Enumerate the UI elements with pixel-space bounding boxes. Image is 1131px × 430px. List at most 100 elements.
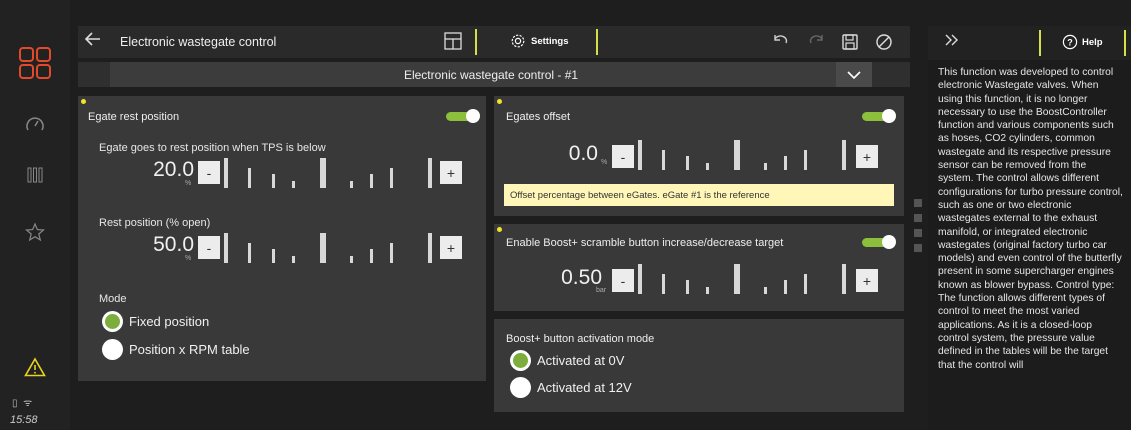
slider-tick: [686, 280, 689, 294]
top-bar: Electronic wastegate control Settings: [78, 26, 910, 58]
boost-scramble-toggle[interactable]: [862, 235, 896, 249]
radio-unselected-icon: [102, 339, 123, 360]
slider-tick: [390, 168, 393, 188]
page-title: Electronic wastegate control: [120, 35, 277, 49]
rest-position-unit: %: [185, 255, 192, 262]
offset-unit: %: [601, 159, 608, 166]
slider-tick: [350, 256, 353, 263]
card-title: Egate rest position: [88, 111, 180, 123]
tps-unit: %: [185, 180, 192, 187]
mode-option-rpm-table[interactable]: Position x RPM table: [102, 339, 250, 360]
help-label: Help: [1082, 36, 1103, 48]
help-button[interactable]: ? Help: [1062, 34, 1103, 50]
clock: 15:58: [10, 414, 38, 426]
offset-note: Offset percentage between eGates. eGate …: [504, 184, 894, 206]
slider-tick: [428, 233, 432, 263]
table-icon[interactable]: [444, 32, 462, 55]
slider-tick: [686, 156, 689, 170]
radio-label: Activated at 12V: [537, 380, 632, 395]
tps-slider[interactable]: [224, 158, 434, 188]
boost-decrement-button[interactable]: -: [612, 269, 634, 292]
scroll-marker: [914, 229, 922, 237]
boost-increment-button[interactable]: +: [856, 269, 878, 292]
divider: [596, 29, 598, 55]
tps-decrement-button[interactable]: -: [198, 161, 220, 184]
sidebar: ▯ ᯤ 15:58: [0, 0, 70, 430]
radio-label: Activated at 0V: [537, 353, 625, 368]
slider-tick: [248, 168, 251, 188]
activation-option-12v[interactable]: Activated at 12V: [510, 377, 632, 398]
dropdown-field[interactable]: Electronic wastegate control - #1: [110, 62, 872, 87]
slider-tick: [764, 163, 767, 170]
slider-tick: [428, 158, 432, 188]
cancel-icon[interactable]: [875, 33, 893, 56]
slider-tick: [784, 156, 787, 170]
egate-rest-card: Egate rest position Egate goes to rest p…: [78, 96, 486, 381]
slider-tick: [638, 264, 642, 294]
expand-icon[interactable]: [944, 33, 960, 52]
slider-tick: [350, 181, 353, 188]
boost-scramble-card: Enable Boost+ scramble button increase/d…: [494, 224, 904, 311]
radio-label: Fixed position: [129, 314, 210, 329]
rest-position-decrement-button[interactable]: -: [198, 236, 220, 259]
gear-icon: [511, 34, 525, 48]
boost-activation-card: Boost+ button activation mode Activated …: [494, 319, 904, 412]
settings-button[interactable]: Settings: [510, 33, 568, 49]
activation-option-0v[interactable]: Activated at 0V: [510, 350, 624, 371]
offset-decrement-button[interactable]: -: [612, 145, 634, 168]
slider-tick: [784, 280, 787, 294]
rest-position-label: Rest position (% open): [99, 217, 211, 229]
boost-value[interactable]: 0.50: [532, 266, 602, 290]
egate-rest-toggle[interactable]: [446, 109, 480, 123]
help-circle-icon: ?: [1062, 34, 1078, 50]
status-dot: [497, 99, 502, 104]
offset-value[interactable]: 0.0: [528, 142, 598, 166]
help-panel: ? Help This function was developed to co…: [928, 26, 1131, 430]
undo-icon[interactable]: [771, 33, 789, 54]
tps-value[interactable]: 20.0: [124, 158, 194, 182]
mode-label: Mode: [99, 293, 127, 305]
rest-position-slider[interactable]: [224, 233, 434, 263]
rest-position-value[interactable]: 50.0: [124, 233, 194, 257]
offset-slider[interactable]: [638, 140, 848, 170]
card-title: Egates offset: [506, 111, 571, 123]
slider-tick: [764, 287, 767, 294]
slider-tick: [320, 233, 326, 263]
boost-slider[interactable]: [638, 264, 848, 294]
bars-icon[interactable]: [0, 166, 70, 184]
mode-option-fixed[interactable]: Fixed position: [102, 311, 209, 332]
gauge-icon[interactable]: [0, 115, 70, 133]
scroll-marker: [914, 244, 922, 252]
rest-position-increment-button[interactable]: +: [440, 236, 462, 259]
slider-tick: [804, 274, 807, 294]
dropdown-value: Electronic wastegate control - #1: [403, 68, 579, 82]
egates-offset-toggle[interactable]: [862, 109, 896, 123]
star-icon[interactable]: [0, 222, 70, 242]
slider-tick: [370, 249, 373, 263]
boost-unit: bar: [596, 287, 607, 294]
slider-tick: [370, 174, 373, 188]
slider-tick: [292, 256, 295, 263]
slider-tick: [224, 158, 228, 188]
back-arrow-icon[interactable]: [84, 30, 102, 54]
redo-icon[interactable]: [808, 33, 826, 54]
egates-offset-card: Egates offset 0.0 % - + Offset percentag…: [494, 96, 904, 216]
instance-dropdown[interactable]: Electronic wastegate control - #1: [78, 62, 910, 87]
divider: [1039, 30, 1041, 56]
tps-increment-button[interactable]: +: [440, 161, 462, 184]
help-text: This function was developed to control e…: [938, 67, 1123, 371]
card-title: Enable Boost+ scramble button increase/d…: [506, 237, 784, 249]
chevron-down-icon[interactable]: [836, 62, 872, 87]
slider-tick: [320, 158, 326, 188]
scroll-marker: [914, 214, 922, 222]
slider-tick: [706, 163, 709, 170]
divider: [475, 29, 477, 55]
offset-increment-button[interactable]: +: [856, 145, 878, 168]
card-title: Boost+ button activation mode: [506, 333, 655, 345]
warning-icon[interactable]: [0, 357, 70, 377]
save-icon[interactable]: [841, 33, 859, 56]
radio-selected-icon: [102, 311, 123, 332]
apps-icon[interactable]: [0, 46, 70, 80]
slider-tick: [292, 181, 295, 188]
slider-tick: [842, 140, 846, 170]
